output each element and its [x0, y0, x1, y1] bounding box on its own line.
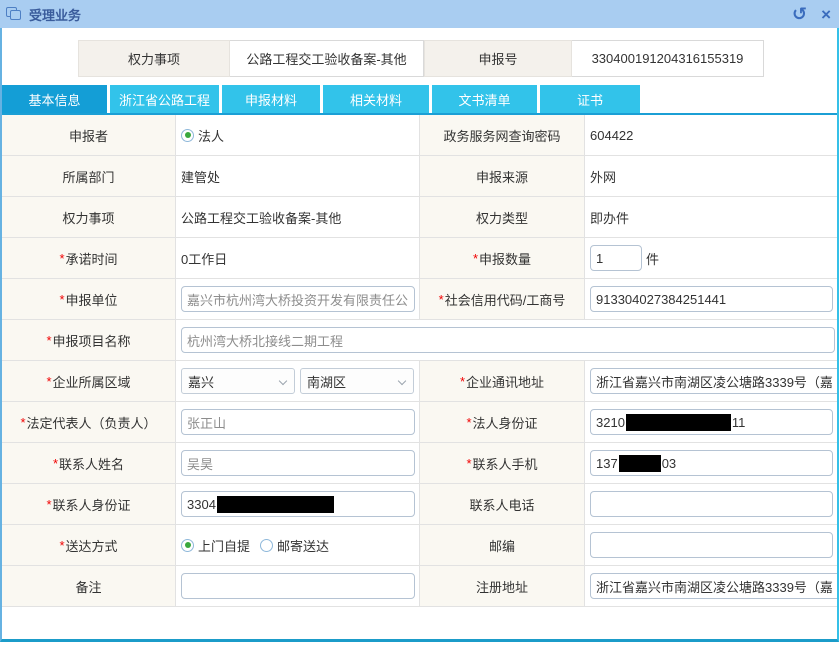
delivery-radio-pickup[interactable]: 上门自提: [181, 536, 250, 555]
promise-time-label: 承诺时间: [2, 238, 176, 279]
promise-time-value: 0工作日: [176, 238, 420, 279]
delivery-radio-mail[interactable]: 邮寄送达: [260, 536, 329, 555]
region-cell: 嘉兴 南湖区: [176, 361, 420, 402]
delivery-label: 送达方式: [2, 525, 176, 566]
window-title: 受理业务: [29, 5, 81, 24]
tab-zhejiang-highway[interactable]: 浙江省公路工程: [110, 85, 219, 113]
contact-id-cell: 3304: [176, 484, 420, 525]
content-panel: 权力事项 公路工程交工验收备案-其他 申报号 33040019120431615…: [0, 28, 839, 642]
power-type-label: 权力类型: [420, 197, 585, 238]
region-label: 企业所属区域: [2, 361, 176, 402]
legal-id-cell: 3210 11: [585, 402, 839, 443]
contact-mobile-label: 联系人手机: [420, 443, 585, 484]
declare-qty-label: 申报数量: [420, 238, 585, 279]
redaction-block: [217, 496, 334, 513]
company-address-input[interactable]: [590, 368, 839, 394]
refresh-icon[interactable]: ↺: [792, 5, 807, 23]
power-item-value: 公路工程交工验收备案-其他: [176, 197, 420, 238]
contact-id-input[interactable]: 3304: [181, 491, 415, 517]
region-district-select[interactable]: 南湖区: [300, 368, 414, 394]
remark-input[interactable]: [181, 573, 415, 599]
close-icon[interactable]: ×: [821, 6, 831, 23]
power-item-header-label: 权力事项: [78, 40, 230, 77]
remark-cell: [176, 566, 420, 607]
contact-mobile-cell: 137 03: [585, 443, 839, 484]
basic-info-form: 申报者 法人 政务服务网查询密码 604422 所属部门 建管处 申报来源 外网…: [2, 113, 837, 607]
credit-code-cell: [585, 279, 839, 320]
project-name-input[interactable]: [181, 327, 835, 353]
contact-phone-cell: [585, 484, 839, 525]
credit-code-label: 社会信用代码/工商号: [420, 279, 585, 320]
contact-name-input[interactable]: [181, 450, 415, 476]
declare-source-value: 外网: [585, 156, 839, 197]
project-name-label: 申报项目名称: [2, 320, 176, 361]
redaction-block: [626, 414, 731, 431]
postcode-cell: [585, 525, 839, 566]
company-address-label: 企业通讯地址: [420, 361, 585, 402]
contact-name-label: 联系人姓名: [2, 443, 176, 484]
declare-unit-cell: [176, 279, 420, 320]
accept-business-window: 受理业务 ↺ × 权力事项 公路工程交工验收备案-其他 申报号 33040019…: [0, 0, 839, 649]
query-password-value: 604422: [585, 115, 839, 156]
declare-unit-input[interactable]: [181, 286, 415, 312]
postcode-input[interactable]: [590, 532, 833, 558]
applicant-radio-cell: 法人: [176, 115, 420, 156]
declare-qty-unit: 件: [646, 249, 659, 268]
department-value: 建管处: [176, 156, 420, 197]
declare-number-label: 申报号: [424, 40, 572, 77]
postcode-label: 邮编: [420, 525, 585, 566]
declare-qty-input[interactable]: [590, 245, 642, 271]
tab-declare-materials[interactable]: 申报材料: [222, 85, 320, 113]
contact-id-label: 联系人身份证: [2, 484, 176, 525]
declare-qty-cell: 件: [585, 238, 839, 279]
legal-rep-label: 法定代表人（负责人）: [2, 402, 176, 443]
form-window-icon: [6, 7, 22, 21]
delivery-cell: 上门自提 邮寄送达: [176, 525, 420, 566]
radio-selected-icon[interactable]: [181, 539, 194, 552]
legal-id-input[interactable]: 3210 11: [590, 409, 833, 435]
legal-id-label: 法人身份证: [420, 402, 585, 443]
project-name-cell: [176, 320, 839, 361]
declare-source-label: 申报来源: [420, 156, 585, 197]
contact-phone-label: 联系人电话: [420, 484, 585, 525]
chevron-down-icon: [398, 377, 406, 385]
power-type-value: 即办件: [585, 197, 839, 238]
radio-selected-icon[interactable]: [181, 129, 194, 142]
credit-code-input[interactable]: [590, 286, 833, 312]
contact-mobile-input[interactable]: 137 03: [590, 450, 833, 476]
region-city-select[interactable]: 嘉兴: [181, 368, 295, 394]
query-password-label: 政务服务网查询密码: [420, 115, 585, 156]
tab-certificate[interactable]: 证书: [540, 85, 640, 113]
header-strip: 权力事项 公路工程交工验收备案-其他 申报号 33040019120431615…: [78, 40, 837, 77]
radio-unselected-icon[interactable]: [260, 539, 273, 552]
tab-bar: 基本信息 浙江省公路工程 申报材料 相关材料 文书清单 证书: [2, 85, 837, 113]
reg-address-cell: [585, 566, 839, 607]
declare-number-value: 330400191204316155319: [572, 40, 764, 77]
applicant-radio-legal-person[interactable]: 法人: [181, 126, 224, 145]
redaction-block: [619, 455, 661, 472]
title-bar: 受理业务 ↺ ×: [0, 0, 839, 28]
power-item-label: 权力事项: [2, 197, 176, 238]
remark-label: 备注: [2, 566, 176, 607]
tab-basic-info[interactable]: 基本信息: [2, 85, 107, 113]
legal-rep-cell: [176, 402, 420, 443]
contact-phone-input[interactable]: [590, 491, 833, 517]
company-address-cell: [585, 361, 839, 402]
applicant-label: 申报者: [2, 115, 176, 156]
reg-address-label: 注册地址: [420, 566, 585, 607]
contact-name-cell: [176, 443, 420, 484]
reg-address-input[interactable]: [590, 573, 839, 599]
legal-rep-input[interactable]: [181, 409, 415, 435]
tab-related-materials[interactable]: 相关材料: [323, 85, 429, 113]
chevron-down-icon: [279, 377, 287, 385]
tab-document-list[interactable]: 文书清单: [432, 85, 537, 113]
department-label: 所属部门: [2, 156, 176, 197]
power-item-header-value: 公路工程交工验收备案-其他: [230, 40, 424, 77]
declare-unit-label: 申报单位: [2, 279, 176, 320]
